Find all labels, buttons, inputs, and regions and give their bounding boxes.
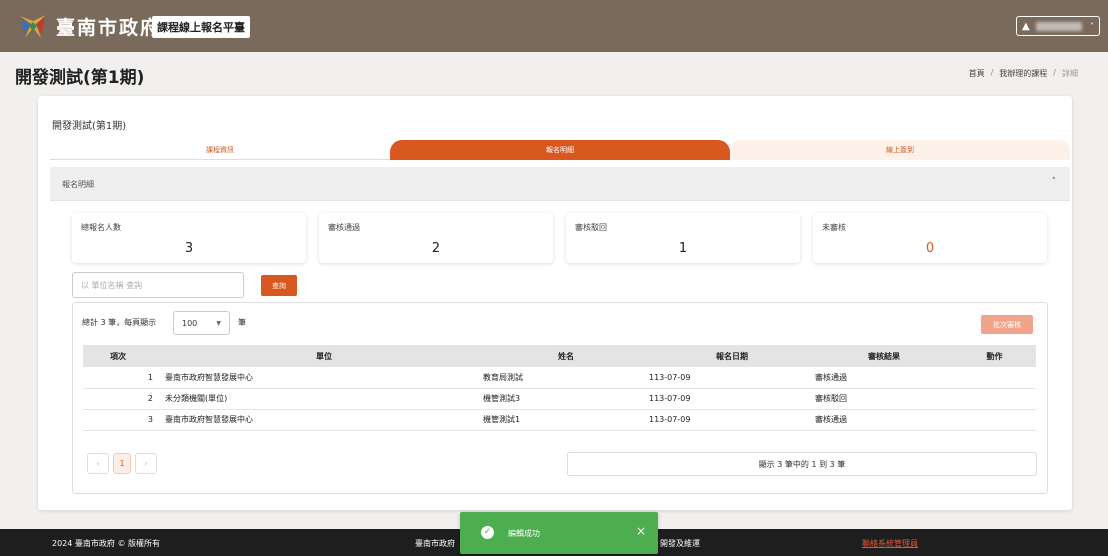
cell-action[interactable] [953,409,1036,431]
column-header-name[interactable]: 姓名 [483,345,649,367]
breadcrumb-my-courses[interactable]: 我辦理的課程 [999,68,1047,79]
cell-index: 3 [83,409,165,431]
pagination-info: 顯示 3 筆中的 1 到 3 筆 [567,452,1037,476]
search-input[interactable] [72,272,244,298]
page-title: 開發測試(第1期) [15,68,145,88]
cell-name: 機管測試1 [483,409,649,431]
stat-label: 審核駁回 [575,223,607,232]
close-icon[interactable]: × [636,524,646,538]
top-navbar: 臺南市政府 課程線上報名平臺 ▲ ˅ [0,0,1108,52]
stat-label: 總報名人數 [81,223,121,232]
breadcrumb: 首頁 / 我辦理的課程 / 詳細 [969,68,1078,79]
user-menu-dropdown[interactable]: ▲ ˅ [1016,16,1100,36]
registration-table: 項次 單位 姓名 報名日期 審核結果 動作 1 臺南市政府智慧發展中心 教育局測… [83,345,1036,431]
stat-value: 1 [678,241,688,256]
cell-unit: 臺南市政府智慧發展中心 [165,409,483,431]
page-size-value: 100 [182,318,198,328]
stat-label: 未審核 [822,223,846,232]
page-size-select[interactable]: 100 ▼ [173,311,230,335]
tab-course-info[interactable]: 課程資訊 [50,140,390,160]
breadcrumb-separator: / [1053,68,1056,77]
cell-date: 113-07-09 [649,388,815,410]
stat-value: 3 [184,241,194,256]
cell-action[interactable] [953,388,1036,410]
column-header-unit[interactable]: 單位 [165,345,483,367]
course-tabs: 課程資訊 報名明細 線上簽到 [50,140,1070,160]
toast-message: 編輯成功 [508,529,540,538]
table-header-row: 項次 單位 姓名 報名日期 審核結果 動作 [83,345,1036,367]
cell-name: 機管測試3 [483,388,649,410]
footer-copyright: 2024 臺南市政府 © 版權所有 [52,539,160,548]
footer-maintenance: 開發及維運 [660,539,700,548]
caret-down-icon: ▼ [216,319,221,327]
tab-registration-details[interactable]: 報名明細 [390,140,730,160]
accordion-title: 報名明細 [62,180,94,189]
breadcrumb-current: 詳細 [1062,69,1078,78]
success-toast: ✓ 編輯成功 × [460,512,658,554]
pagination: ‹ 1 › [87,453,157,474]
page-header [0,52,1108,94]
cell-result: 審核通過 [815,409,953,431]
table-row[interactable]: 1 臺南市政府智慧發展中心 教育局測試 113-07-09 審核通過 [83,367,1036,389]
stat-total-registrations: 總報名人數 3 [72,213,306,263]
cell-date: 113-07-09 [649,409,815,431]
stat-value: 2 [431,241,441,256]
pager-summary: 總計 3 筆，每頁顯示 [82,318,157,327]
cell-result: 審核通過 [815,367,953,389]
user-icon: ▲ [1022,20,1030,32]
stat-label: 審核通過 [328,223,360,232]
site-title[interactable]: 臺南市政府 [56,13,161,40]
course-card-title: 開發測試(第1期) [52,121,127,132]
cell-result: 審核駁回 [815,388,953,410]
page-size-unit: 筆 [238,318,246,327]
chevron-down-icon: ˅ [1090,21,1094,31]
page-1-button[interactable]: 1 [113,453,131,474]
chevron-up-icon[interactable]: ˄ [1052,177,1057,187]
table-row[interactable]: 3 臺南市政府智慧發展中心 機管測試1 113-07-09 審核通過 [83,409,1036,431]
cell-unit: 未分類機關(單位) [165,388,483,410]
breadcrumb-home[interactable]: 首頁 [969,68,985,79]
cell-index: 2 [83,388,165,410]
search-button[interactable]: 查詢 [261,275,297,296]
stat-approved: 審核通過 2 [319,213,553,263]
stat-pending: 未審核 0 [813,213,1047,263]
cell-date: 113-07-09 [649,367,815,389]
column-header-result[interactable]: 審核結果 [815,345,953,367]
prev-page-button[interactable]: ‹ [87,453,109,474]
tab-online-checkin[interactable]: 線上簽到 [730,140,1070,160]
column-header-action: 動作 [953,345,1036,367]
column-header-index[interactable]: 項次 [83,345,165,367]
cell-action[interactable] [953,367,1036,389]
registration-accordion-header[interactable]: 報名明細 ˄ [50,167,1070,201]
cell-unit: 臺南市政府智慧發展中心 [165,367,483,389]
column-header-date[interactable]: 報名日期 [649,345,815,367]
tainan-logo-icon[interactable] [18,12,48,40]
breadcrumb-separator: / [990,68,994,77]
stat-rejected: 審核駁回 1 [566,213,800,263]
check-circle-icon: ✓ [481,526,494,539]
batch-review-button[interactable]: 批次審核 [981,315,1033,334]
cell-name: 教育局測試 [483,367,649,389]
next-page-button[interactable]: › [135,453,157,474]
footer-organization: 臺南市政府 [415,539,455,548]
stat-value: 0 [925,241,935,256]
table-row[interactable]: 2 未分類機關(單位) 機管測試3 113-07-09 審核駁回 [83,388,1036,410]
user-name-blurred [1035,21,1082,31]
platform-badge[interactable]: 課程線上報名平臺 [152,16,250,38]
contact-admin-link[interactable]: 聯絡系統管理員 [862,538,918,549]
cell-index: 1 [83,367,165,389]
